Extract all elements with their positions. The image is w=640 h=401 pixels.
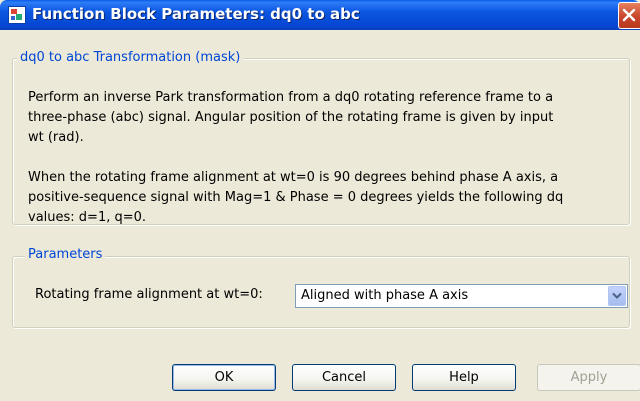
description-line: When the rotating frame alignment at wt=… [28,170,559,185]
description-line: positive-sequence signal with Mag=1 & Ph… [28,190,564,205]
close-button[interactable] [618,2,640,29]
alignment-selected-value: Aligned with phase A axis [301,288,469,303]
ok-button[interactable]: OK [172,364,276,391]
alignment-select[interactable]: Aligned with phase A axis [295,284,628,308]
close-icon [622,8,636,22]
parameters-legend: Parameters [25,247,106,262]
description-line: values: d=1, q=0. [28,210,147,225]
apply-button[interactable]: Apply [537,364,640,391]
dropdown-button[interactable] [608,286,626,306]
cancel-button[interactable]: Cancel [292,364,396,391]
help-button[interactable]: Help [412,364,516,391]
window-title: Function Block Parameters: dq0 to abc [32,5,360,23]
title-bar[interactable]: Function Block Parameters: dq0 to abc [0,0,640,30]
mask-legend: dq0 to abc Transformation (mask) [17,50,244,65]
description-line: wt (rad). [28,130,84,145]
chevron-down-icon [612,292,622,299]
description-line: Perform an inverse Park transformation f… [28,90,554,105]
alignment-label: Rotating frame alignment at wt=0: [35,287,263,302]
simulink-block-icon [8,6,26,24]
description-line: three-phase (abc) signal. Angular positi… [28,110,554,125]
